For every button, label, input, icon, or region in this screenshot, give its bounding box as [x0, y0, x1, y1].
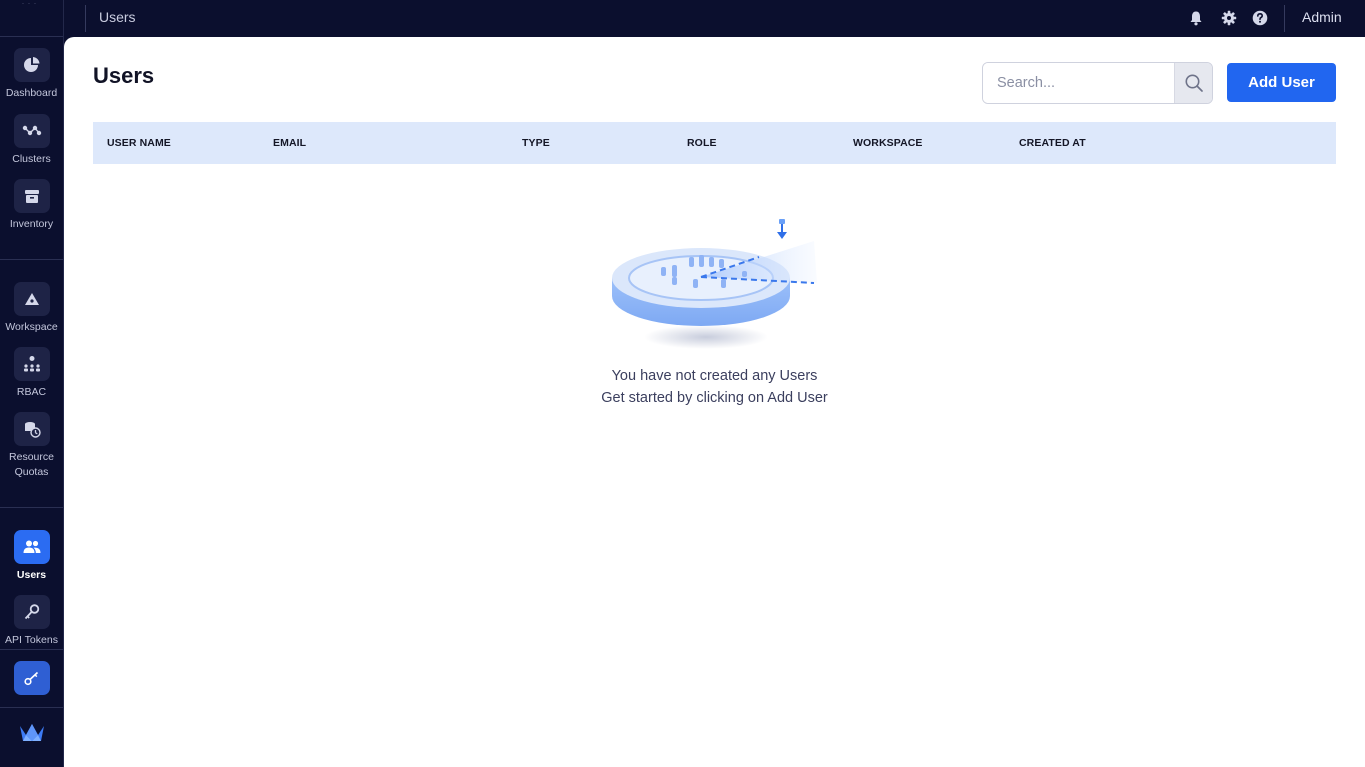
sidebar-item-label: Dashboard — [5, 87, 58, 99]
cluster-nodes-icon — [22, 125, 41, 136]
table-header: USER NAME EMAIL TYPE ROLE WORKSPACE CREA… — [93, 122, 1336, 164]
add-user-button[interactable]: Add User — [1227, 63, 1336, 102]
help-icon[interactable] — [1252, 10, 1268, 26]
resource-quota-icon — [24, 422, 41, 438]
sidebar-item-workspace[interactable]: Workspace — [0, 282, 63, 335]
column-header-user-name[interactable]: USER NAME — [107, 122, 171, 164]
empty-state-hint: Get started by clicking on Add User — [601, 390, 828, 406]
sidebar-item-rbac[interactable]: RBAC — [0, 347, 63, 400]
search-input[interactable] — [983, 63, 1174, 103]
sidebar-item-users[interactable]: Users — [0, 530, 63, 583]
column-header-created-at[interactable]: CREATED AT — [1019, 122, 1086, 164]
license-key-button[interactable] — [14, 661, 50, 695]
archive-box-icon — [24, 190, 39, 203]
sidebar-item-inventory[interactable]: Inventory — [0, 179, 63, 232]
sidebar-item-dashboard[interactable]: Dashboard — [0, 48, 63, 101]
topbar-divider — [1284, 5, 1285, 32]
bell-icon[interactable] — [1188, 10, 1204, 26]
sidebar-divider — [0, 507, 63, 508]
sidebar-divider — [0, 259, 63, 260]
sidebar-divider — [0, 707, 63, 708]
key-icon — [24, 671, 39, 686]
sidebar-item-label: Resource Quotas — [9, 451, 54, 478]
search-icon — [1185, 74, 1203, 92]
sidebar-item-label: RBAC — [16, 386, 47, 398]
sidebar-item-api-tokens[interactable]: API Tokens — [0, 595, 63, 648]
sidebar-item-label: Inventory — [9, 218, 54, 230]
crown-logo-icon — [20, 724, 44, 741]
gear-icon[interactable] — [1221, 10, 1237, 26]
empty-state-message: You have not created any Users Get start… — [524, 365, 905, 409]
breadcrumb: Users — [99, 9, 136, 25]
sidebar-item-label: Workspace — [5, 321, 58, 333]
rbac-people-icon — [23, 356, 40, 372]
sidebar-divider — [0, 649, 63, 650]
empty-state-illustration — [612, 219, 817, 349]
column-header-email[interactable]: EMAIL — [273, 122, 306, 164]
dots-icon: ··· — [22, 1, 40, 7]
topbar: Users Admin — [64, 0, 1365, 37]
breadcrumb-divider — [85, 5, 86, 32]
users-icon — [23, 540, 40, 553]
pie-chart-icon — [23, 57, 39, 72]
app-logo-area: ··· — [0, 0, 63, 37]
sidebar-item-label: Clusters — [12, 153, 51, 165]
workspace-icon — [24, 293, 39, 305]
column-header-type[interactable]: TYPE — [522, 122, 550, 164]
column-header-workspace[interactable]: WORKSPACE — [853, 122, 923, 164]
search-box — [982, 62, 1213, 104]
sidebar-item-label: Users — [16, 569, 47, 581]
sidebar-item-label: API Tokens — [5, 634, 58, 646]
column-header-role[interactable]: ROLE — [687, 122, 717, 164]
sidebar-item-resource-quotas[interactable]: Resource Quotas — [0, 412, 63, 480]
key-icon — [24, 604, 39, 620]
main-panel: Users Add User USER NAME EMAIL TYPE ROLE… — [64, 37, 1365, 767]
sidebar-item-clusters[interactable]: Clusters — [0, 114, 63, 167]
user-menu[interactable]: Admin — [1302, 0, 1342, 35]
empty-state-title: You have not created any Users — [611, 368, 818, 384]
sidebar: ··· Dashboard Clusters Inventory Workspa… — [0, 0, 64, 767]
page-title: Users — [93, 63, 155, 88]
search-button[interactable] — [1174, 63, 1212, 103]
